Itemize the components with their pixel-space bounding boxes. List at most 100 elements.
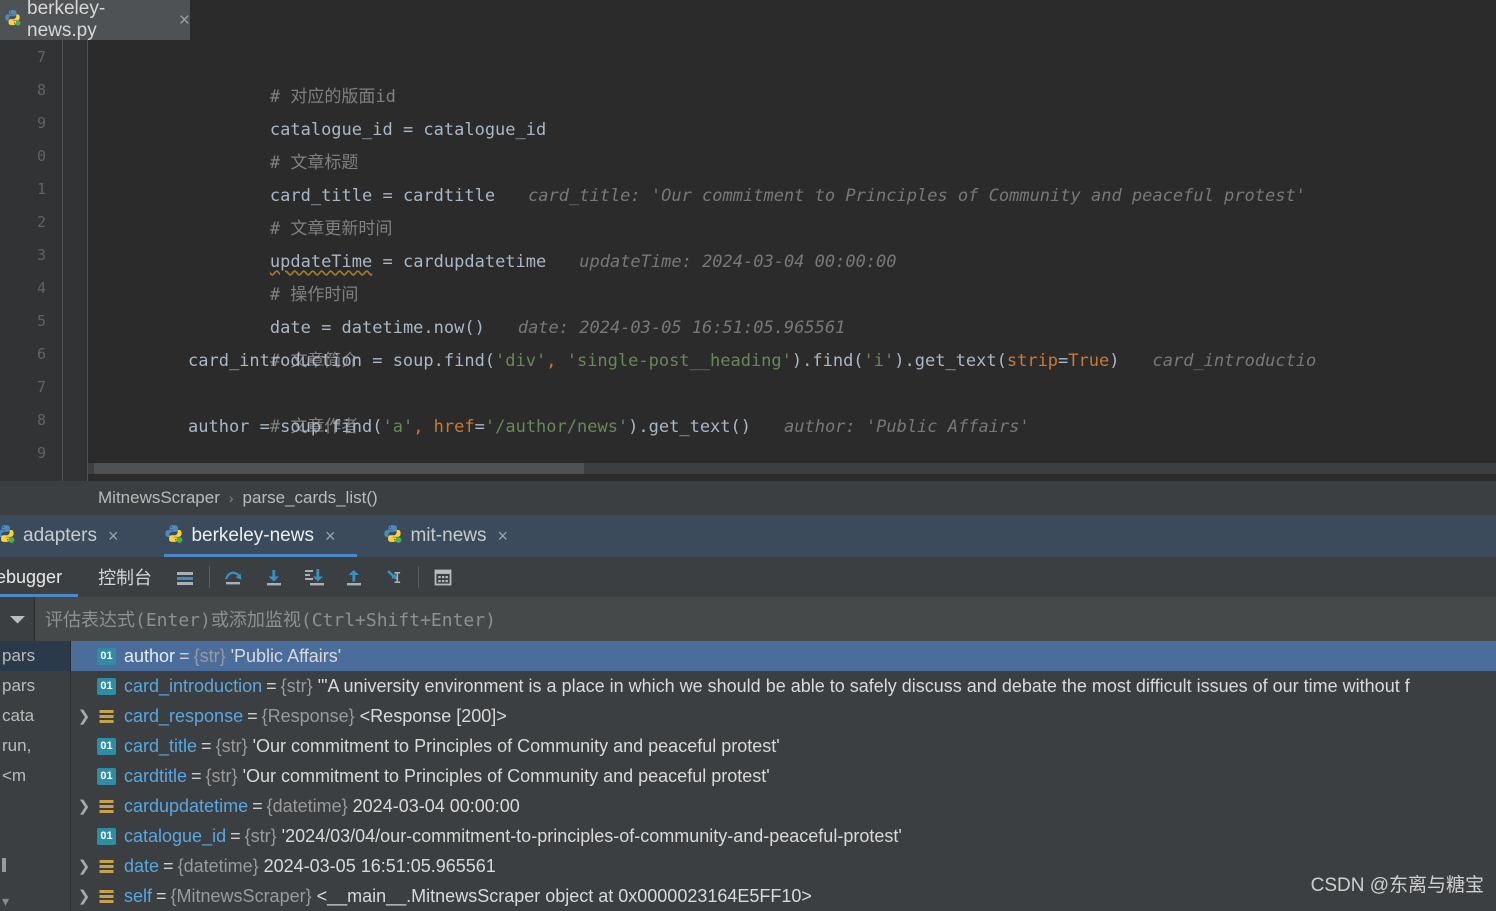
equals-sign: =	[191, 765, 202, 786]
variable-type: {str}	[215, 735, 248, 756]
equals-sign: =	[179, 645, 190, 666]
variable-name: card_title	[124, 735, 198, 756]
scrollbar-thumb[interactable]	[94, 463, 584, 474]
variable-type: {datetime}	[177, 855, 259, 876]
show-execution-point-icon[interactable]	[165, 557, 205, 597]
code-line-comment-introduction: # 文章简介	[188, 312, 358, 371]
editor-horizontal-scrollbar[interactable]	[88, 463, 1496, 474]
frame-item[interactable]: pars	[0, 671, 70, 701]
line-number: 2	[36, 213, 46, 231]
run-tab-adapters[interactable]: adapters ×	[0, 515, 140, 557]
variables-panel[interactable]: 01 author = {str} 'Public Affairs' 01 ca…	[71, 641, 1496, 911]
expand-arrow-icon[interactable]: ❯	[71, 797, 97, 815]
run-tab-berkeley-news[interactable]: berkeley-news ×	[164, 515, 358, 557]
frame-item[interactable]: run,	[0, 731, 70, 761]
object-value-icon	[97, 888, 116, 905]
variable-row-self[interactable]: ❯ self = {MitnewsScraper} <__main__.Mitn…	[71, 881, 1496, 911]
code-text: ).find(	[791, 351, 864, 371]
variable-type: {Response}	[261, 705, 355, 726]
debugger-panel-tabs[interactable]: ebugger 控制台	[0, 557, 152, 597]
line-number: 8	[36, 411, 46, 429]
variable-name: cardupdatetime	[124, 795, 249, 816]
object-value-icon	[97, 708, 116, 725]
editor-file-tab[interactable]: berkeley-news.py ×	[0, 0, 190, 41]
debugger-step-controls[interactable]	[165, 557, 463, 597]
variable-row-cardtitle[interactable]: 01 cardtitle = {str} 'Our commitment to …	[71, 761, 1496, 791]
breadcrumb-method[interactable]: parse_cards_list()	[243, 488, 378, 508]
variable-row-cardupdatetime[interactable]: ❯ cardupdatetime = {datetime} 2024-03-04…	[71, 791, 1496, 821]
expand-arrow-icon[interactable]: ❯	[71, 887, 97, 905]
debugger-toolbar[interactable]: ebugger 控制台	[0, 557, 1496, 597]
code-line-updatetime: updateTime = cardupdatetime updateTime: 2…	[188, 213, 897, 272]
code-editor[interactable]: 7 8 9 0 1 2 3 4 5 6 7 8 9 # 对应的版面id cata…	[0, 0, 1496, 481]
breadcrumb[interactable]: MitnewsScraper › parse_cards_list()	[0, 481, 1496, 515]
line-number: 0	[36, 147, 46, 165]
close-icon[interactable]: ×	[179, 11, 190, 30]
close-icon[interactable]: ×	[498, 526, 509, 547]
code-folding-column[interactable]	[63, 40, 87, 481]
variable-row-date[interactable]: ❯ date = {datetime} 2024-03-05 16:51:05.…	[71, 851, 1496, 881]
step-into-icon[interactable]	[254, 557, 294, 597]
variable-value: 'Public Affairs'	[230, 645, 342, 666]
breadcrumb-class[interactable]: MitnewsScraper	[98, 488, 220, 508]
code-text: ).get_text(	[894, 351, 1007, 371]
variable-value: 2024-03-04 00:00:00	[352, 795, 520, 816]
chevron-down-icon	[9, 615, 25, 623]
variable-value: 2024-03-05 16:51:05.965561	[263, 855, 496, 876]
variable-row-card-introduction[interactable]: 01 card_introduction = {str} '"A univers…	[71, 671, 1496, 701]
variable-type: {str}	[193, 645, 226, 666]
primitive-value-icon: 01	[97, 767, 116, 785]
step-over-icon[interactable]	[214, 557, 254, 597]
code-line-partial-top	[88, 28, 1496, 40]
variable-name: card_response	[124, 705, 244, 726]
equals-sign: =	[266, 675, 277, 696]
close-icon[interactable]: ×	[325, 526, 336, 547]
inline-debug-hint: updateTime: 2024-03-04 00:00:00	[579, 252, 897, 272]
frame-item[interactable]: <m	[0, 761, 70, 791]
equals-sign: =	[1058, 351, 1069, 371]
frame-item[interactable]: cata	[0, 701, 70, 731]
equals-sign: =	[163, 855, 174, 876]
variable-row-card-response[interactable]: ❯ card_response = {Response} <Response […	[71, 701, 1496, 731]
step-out-icon[interactable]	[334, 557, 374, 597]
variable-name: date	[124, 855, 160, 876]
code-text-area[interactable]: # 对应的版面id catalogue_id = catalogue_id # …	[88, 40, 1496, 481]
equals-sign: =	[252, 795, 263, 816]
expand-arrow-icon[interactable]: ❯	[71, 857, 97, 875]
boolean-literal: True	[1068, 351, 1110, 371]
close-icon[interactable]: ×	[108, 526, 119, 547]
line-number: 1	[36, 180, 46, 198]
variable-value: <__main__.MitnewsScraper object at 0x000…	[316, 885, 812, 906]
run-configuration-tabs[interactable]: adapters × berkeley-news × mit-news ×	[0, 515, 1496, 557]
code-line-card-title: card_title = cardtitle card_title: 'Our c…	[188, 147, 1306, 206]
force-step-into-icon[interactable]	[294, 557, 334, 597]
frames-scroll-indicator	[2, 858, 6, 872]
tab-console[interactable]: 控制台	[98, 564, 152, 590]
variable-value: <Response [200]>	[359, 705, 507, 726]
chevron-down-icon[interactable]: ▾	[2, 893, 9, 910]
variable-type: {str}	[244, 825, 277, 846]
variable-name: catalogue_id	[124, 825, 227, 846]
evaluate-expression-icon[interactable]	[423, 557, 463, 597]
variable-row-catalogue-id[interactable]: 01 catalogue_id = {str} '2024/03/04/our-…	[71, 821, 1496, 851]
comma: ,	[546, 351, 557, 371]
evaluate-expression-input[interactable]: 评估表达式(Enter)或添加监视(Ctrl+Shift+Enter)	[35, 597, 1496, 641]
tab-debugger[interactable]: ebugger	[0, 567, 62, 588]
variable-row-card-title[interactable]: 01 card_title = {str} 'Our commitment to…	[71, 731, 1496, 761]
string-literal: 'i'	[863, 351, 895, 371]
frames-panel[interactable]: pars pars cata run, <m	[0, 641, 70, 911]
toolbar-divider	[209, 566, 210, 588]
variable-row-author[interactable]: 01 author = {str} 'Public Affairs'	[71, 641, 1496, 671]
expand-arrow-icon[interactable]: ❯	[71, 707, 97, 725]
variable-value: 'Our commitment to Principles of Communi…	[242, 765, 770, 786]
watch-collapse-toggle[interactable]	[0, 597, 34, 641]
variable-name: card_introduction	[124, 675, 263, 696]
kwarg-name: href	[423, 417, 475, 437]
evaluate-expression-bar[interactable]: 评估表达式(Enter)或添加监视(Ctrl+Shift+Enter)	[0, 597, 1496, 641]
inline-debug-hint: date: 2024-03-05 16:51:05.965561	[517, 318, 846, 338]
line-number: 9	[36, 444, 46, 462]
run-tab-mit-news[interactable]: mit-news ×	[383, 515, 530, 557]
run-to-cursor-icon[interactable]	[374, 557, 414, 597]
code-text: = cardupdatetime	[372, 252, 547, 272]
frame-item[interactable]: pars	[0, 641, 70, 671]
